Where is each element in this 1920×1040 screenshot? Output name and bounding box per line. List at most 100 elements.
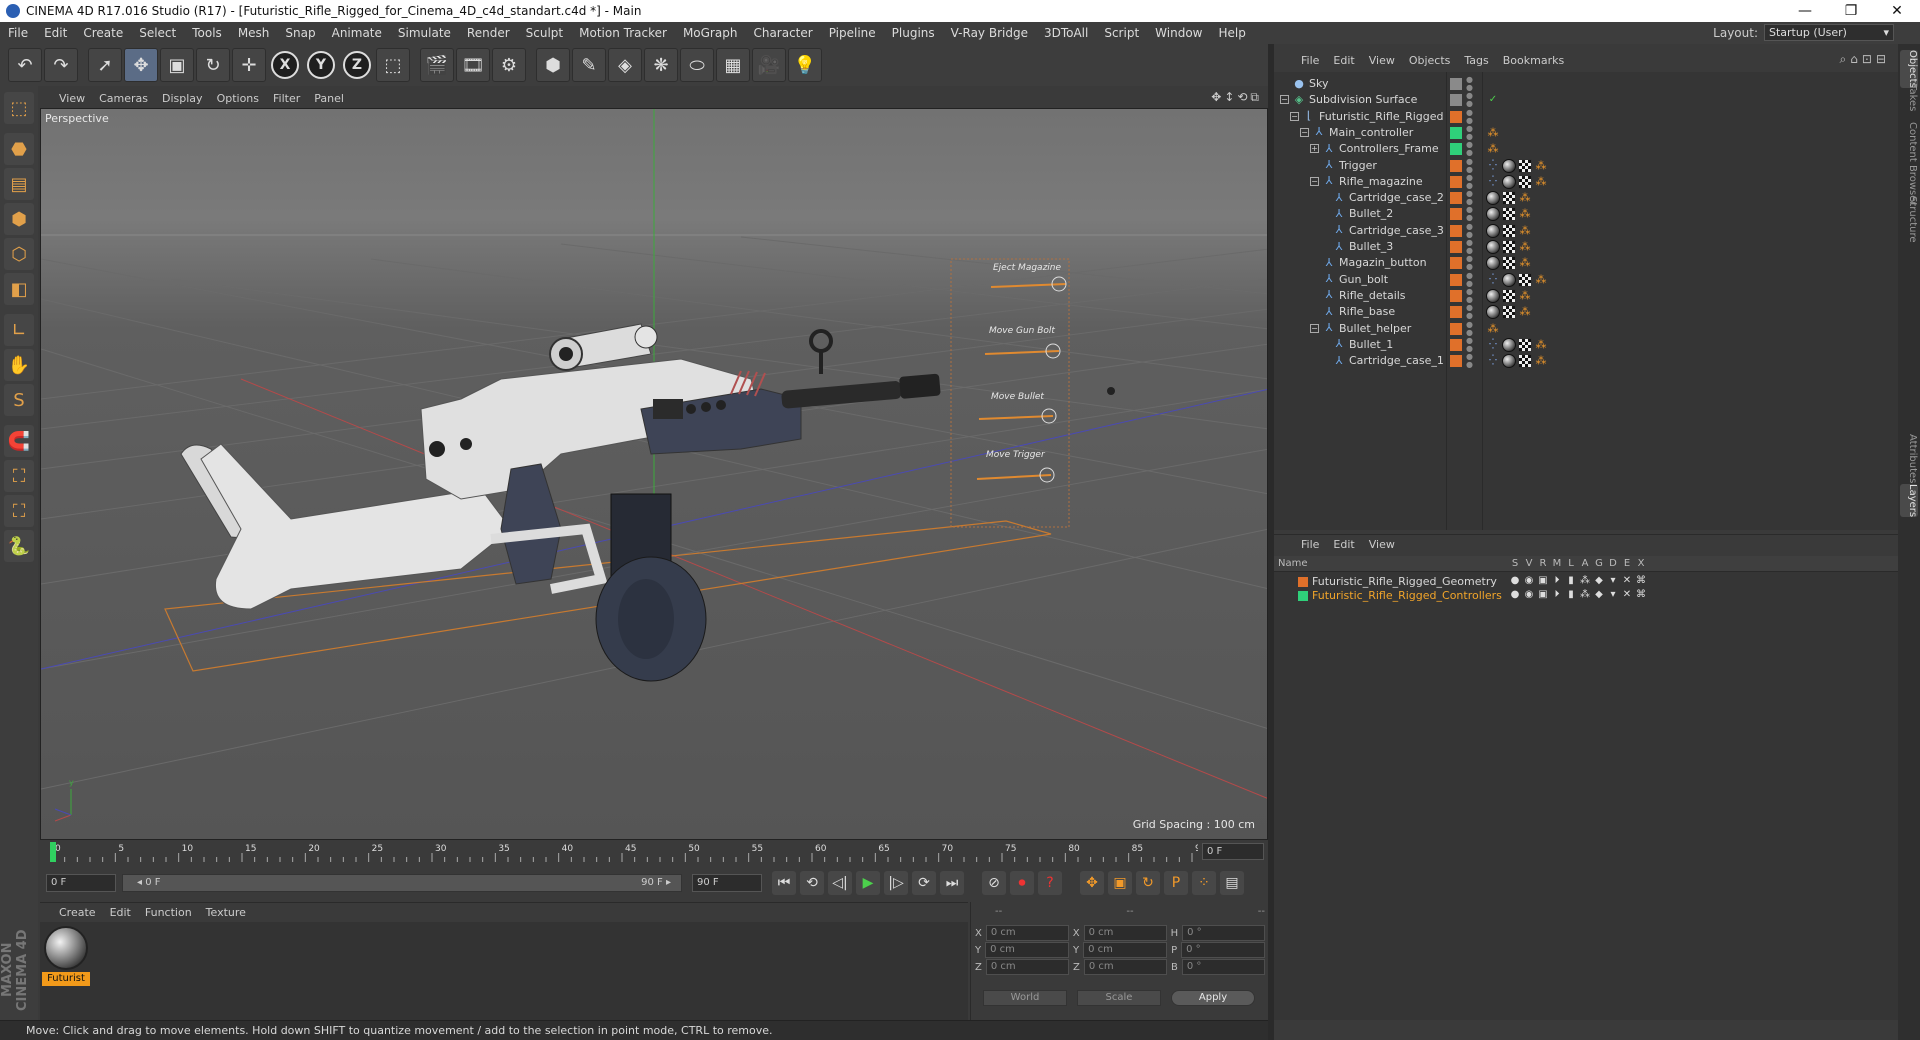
texture-tag-icon[interactable] [1502, 240, 1516, 254]
menu-v-ray-bridge[interactable]: V-Ray Bridge [943, 26, 1036, 40]
expand-toggle-icon[interactable]: − [1300, 127, 1309, 137]
material-preview-sphere[interactable] [44, 926, 88, 970]
viewport-nav-icons[interactable]: ✥↕⟲⧉ [1211, 90, 1262, 105]
edges-mode-icon[interactable]: ⬡ [4, 238, 34, 270]
ik-tag-icon[interactable]: ⁂ [1534, 338, 1548, 352]
material-tag-icon[interactable] [1502, 272, 1516, 287]
material-tag-icon[interactable] [1502, 354, 1516, 369]
next-key-button[interactable]: ⟳ [912, 871, 936, 895]
object-name[interactable]: Rifle_magazine [1339, 175, 1423, 188]
viewport-menu-panel[interactable]: Panel [307, 92, 351, 105]
coordinate-system-icon[interactable]: ⬚ [376, 48, 410, 82]
redo-icon[interactable]: ↷ [44, 48, 78, 82]
layer-color-chip[interactable] [1450, 289, 1462, 302]
autokey-help-button[interactable]: ? [1038, 871, 1062, 895]
side-tab-attributes[interactable]: Attributes [1900, 434, 1918, 483]
size-field[interactable]: 0 cm [1083, 925, 1167, 941]
slider-eject-magazine[interactable] [990, 283, 1067, 288]
polygons-mode-icon[interactable]: ◧ [4, 273, 34, 305]
layer-color-chip[interactable] [1450, 94, 1462, 107]
size-field[interactable]: 0 cm [1083, 942, 1168, 958]
lock-workplane-icon[interactable]: ⛶ [4, 460, 34, 492]
layer-color-chip[interactable] [1450, 355, 1462, 368]
menu-mesh[interactable]: Mesh [230, 26, 278, 40]
scale-icon[interactable]: ▣ [160, 48, 194, 82]
object-name[interactable]: Subdivision Surface [1309, 93, 1417, 106]
side-tab-content-browser[interactable]: Content Browser [1900, 122, 1918, 205]
generators-flag-icon[interactable]: ◆ [1592, 575, 1606, 586]
menu-animate[interactable]: Animate [324, 26, 390, 40]
point-tag-icon[interactable]: ⁛ [1486, 175, 1500, 189]
object-row[interactable]: ⅄ Cartridge_case_1 ● ● ⁛ ⁂ [1274, 351, 1898, 371]
menu-snap[interactable]: Snap [277, 26, 323, 40]
pen-spline-icon[interactable]: ✎ [572, 48, 606, 82]
material-menu-edit[interactable]: Edit [103, 906, 138, 919]
render-flag-icon[interactable]: ▣ [1536, 589, 1550, 600]
close-button[interactable]: ✕ [1874, 0, 1920, 22]
menu-3dtoall[interactable]: 3DToAll [1036, 26, 1096, 40]
ik-tag-icon[interactable]: ⁂ [1518, 224, 1532, 238]
apply-button[interactable]: Apply [1171, 990, 1255, 1006]
object-menu-view[interactable]: View [1362, 54, 1402, 67]
object-name[interactable]: Bullet_2 [1349, 207, 1393, 220]
layer-row[interactable]: Futuristic_Rifle_Rigged_Controllers ● ◉ ▣ ⏵ ▮… [1274, 588, 1898, 603]
end-frame-field[interactable]: 90 F [692, 874, 762, 892]
object-name[interactable]: Trigger [1339, 159, 1377, 172]
viewport-menu-filter[interactable]: Filter [266, 92, 307, 105]
material-tag-icon[interactable] [1486, 288, 1500, 303]
expressions-flag-icon[interactable]: ✕ [1620, 575, 1634, 586]
ik-tag-icon[interactable]: ⁂ [1518, 240, 1532, 254]
layer-color-chip[interactable] [1450, 126, 1462, 139]
layer-color-chip[interactable] [1450, 306, 1462, 319]
key-points-button[interactable]: ⁘ [1192, 871, 1216, 895]
manager-flag-icon[interactable]: ⏵ [1550, 589, 1564, 600]
object-menu-objects[interactable]: Objects [1402, 54, 1458, 67]
autokey-off-button[interactable]: ⊘ [982, 871, 1006, 895]
layer-color-chip[interactable] [1450, 224, 1462, 237]
object-name[interactable]: Cartridge_case_2 [1349, 191, 1444, 204]
texture-tag-icon[interactable] [1502, 256, 1516, 271]
texture-tag-icon[interactable] [1518, 174, 1532, 189]
scale-dropdown[interactable]: Scale [1077, 990, 1161, 1006]
timeline[interactable]: 051015202530354045505560657075808590 0 F [40, 840, 1268, 864]
playhead[interactable] [50, 842, 56, 862]
previous-key-button[interactable]: ⟲ [800, 871, 824, 895]
material-tag-icon[interactable] [1502, 174, 1516, 189]
ik-tag-icon[interactable]: ⁂ [1534, 273, 1548, 287]
deformers-flag-icon[interactable]: ▾ [1606, 575, 1620, 586]
rotation-field[interactable]: 0 ° [1182, 925, 1266, 941]
cube-icon[interactable]: ⬢ [536, 48, 570, 82]
material-menu-texture[interactable]: Texture [199, 906, 253, 919]
record-button[interactable]: ⏺ [1010, 871, 1034, 895]
layer-color-chip[interactable] [1450, 208, 1462, 221]
ik-tag-icon[interactable]: ⁂ [1518, 289, 1532, 303]
point-tag-icon[interactable]: ⁛ [1486, 273, 1500, 287]
undo-icon[interactable]: ↶ [8, 48, 42, 82]
position-field[interactable]: 0 cm [985, 942, 1070, 958]
menu-file[interactable]: File [0, 26, 36, 40]
viewport-camera-label[interactable]: Perspective [45, 112, 109, 125]
current-frame-field[interactable]: 0 F [1202, 843, 1264, 860]
deformer-icon[interactable]: ⬭ [680, 48, 714, 82]
expand-toggle-icon[interactable]: − [1310, 323, 1319, 333]
layer-color-chip[interactable] [1450, 322, 1462, 335]
timeline-ruler[interactable]: 051015202530354045505560657075808590 [48, 842, 1198, 862]
animation-flag-icon[interactable]: ⁂ [1578, 589, 1592, 600]
rifle-model[interactable] [180, 323, 1115, 682]
move-icon[interactable]: ✥ [124, 48, 158, 82]
point-tag-icon[interactable]: ⁛ [1486, 354, 1500, 368]
ik-tag-icon[interactable]: ⁂ [1518, 191, 1532, 205]
menu-window[interactable]: Window [1147, 26, 1210, 40]
side-tab-layers[interactable]: Layers [1900, 484, 1918, 518]
perspective-viewport[interactable]: Eject Magazine Move Gun Bolt Move Bullet… [40, 108, 1268, 840]
layer-menu-view[interactable]: View [1362, 538, 1402, 551]
texture-tag-icon[interactable] [1502, 288, 1516, 303]
object-name[interactable]: Rifle_details [1339, 289, 1406, 302]
key-parameter-button[interactable]: P [1164, 871, 1188, 895]
object-name[interactable]: Gun_bolt [1339, 273, 1388, 286]
texture-mode-icon[interactable]: ⬣ [4, 133, 34, 165]
locked-flag-icon[interactable]: ▮ [1564, 589, 1578, 600]
edit-render-settings-icon[interactable]: ⚙ [492, 48, 526, 82]
model-mode-icon[interactable]: ⬚ [4, 92, 34, 124]
layer-color-chip[interactable] [1298, 577, 1308, 587]
